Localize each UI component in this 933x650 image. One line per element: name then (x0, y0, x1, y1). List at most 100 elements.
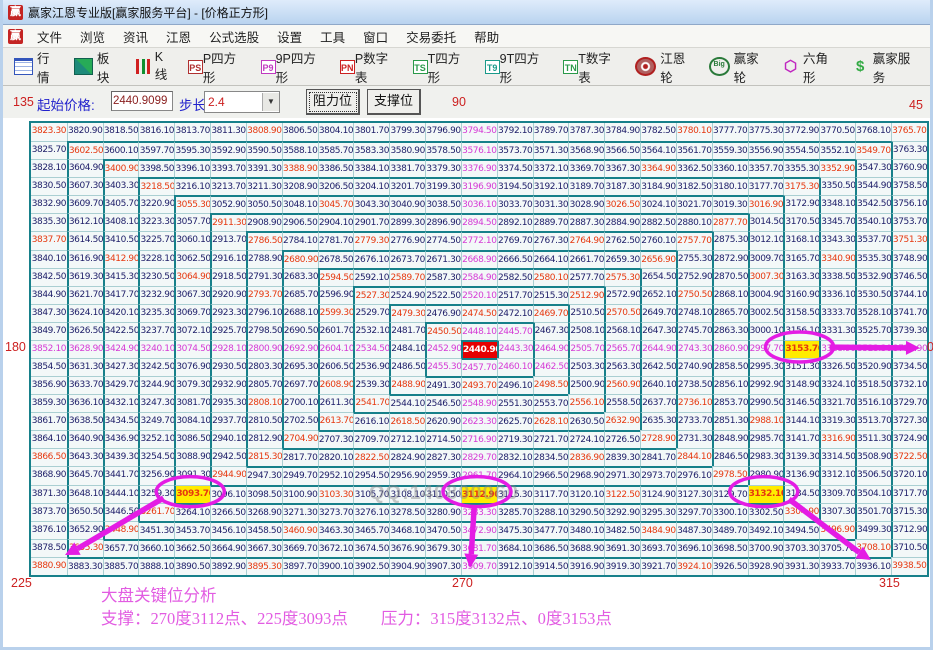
grid-cell: 3878.50 (31, 539, 67, 557)
grid-cell: 2599.30 (318, 304, 354, 322)
support-button[interactable]: 支撑位 (367, 89, 421, 115)
grid-cell: 3900.10 (318, 557, 354, 575)
toolbar-item-winner-service[interactable]: $赢家服务 (849, 45, 921, 89)
grid-cell: 3799.30 (389, 123, 425, 141)
grid-cell: 3079.30 (174, 376, 210, 394)
step-select[interactable]: 2.4 ▼ (204, 91, 280, 113)
grid-cell: 3640.90 (67, 430, 103, 448)
grid-cell: 2973.70 (640, 466, 676, 484)
grid-cell: 3312.10 (819, 466, 855, 484)
toolbar-item-hexagon[interactable]: ⬡六角形 (779, 45, 840, 89)
grid-cell: 2767.30 (533, 231, 569, 249)
grid-cell: 3410.50 (103, 231, 139, 249)
grid-cell: 2935.30 (210, 394, 246, 412)
grid-cell: 3225.70 (138, 231, 174, 249)
grid-cell: 3009.70 (748, 250, 784, 268)
toolbar-item-p-square[interactable]: PSP四方形 (185, 45, 249, 89)
grid-cell: 3667.30 (246, 539, 282, 557)
grid-cell: 2479.30 (389, 304, 425, 322)
toolbar-item-gann-wheel[interactable]: 江恩轮 (632, 45, 696, 89)
grid-cell: 2558.50 (604, 394, 640, 412)
grid-cell: 3477.70 (533, 521, 569, 539)
grid-cell: 3523.30 (855, 340, 891, 358)
grid-cell: 3432.10 (103, 394, 139, 412)
grid-cell: 3427.30 (103, 358, 139, 376)
grid-cell: 3720.10 (891, 466, 927, 484)
grid-cell: 2707.30 (318, 430, 354, 448)
grid-cell: 3374.50 (497, 159, 533, 177)
kline-icon (134, 59, 151, 74)
toolbar-item-kline[interactable]: K线 (131, 47, 176, 86)
grid-cell: 2683.30 (282, 268, 318, 286)
grid-cell: 2572.90 (604, 286, 640, 304)
grid-cell: 3681.70 (461, 539, 497, 557)
grid-cell: 2968.90 (568, 466, 604, 484)
grid-cell: 3062.50 (174, 250, 210, 268)
grid-cell: 3324.10 (819, 376, 855, 394)
grid-cell-key: 3153.70 (783, 340, 819, 358)
grid-cell: 2647.30 (640, 322, 676, 340)
angle-label-315: 315 (879, 576, 900, 590)
grid-cell: 3156.10 (783, 322, 819, 340)
grid-cell: 3052.90 (210, 195, 246, 213)
toolbar-item-winner-wheel[interactable]: Big赢家轮 (706, 45, 770, 89)
grid-cell: 3590.50 (246, 141, 282, 159)
grid-cell: 3216.10 (174, 177, 210, 195)
grid-cell: 2733.70 (676, 412, 712, 430)
grid-cell: 3592.90 (210, 141, 246, 159)
resistance-button[interactable]: 阻力位 (306, 89, 360, 115)
grid-cell: 3016.90 (748, 195, 784, 213)
grid-cell: 3571.30 (533, 141, 569, 159)
grid-cell: 3403.30 (103, 177, 139, 195)
grid-cell: 3907.30 (425, 557, 461, 575)
grid-cell: 3513.70 (855, 412, 891, 430)
grid-cell: 2688.10 (282, 304, 318, 322)
grid-cell: 3384.10 (353, 159, 389, 177)
grid-cell: 3230.50 (138, 268, 174, 286)
grid-cell: 3931.30 (783, 557, 819, 575)
grid-cell: 2517.70 (497, 286, 533, 304)
grid-cell: 3007.30 (748, 268, 784, 286)
grid-cell: 3067.30 (174, 286, 210, 304)
grid-cell: 3420.10 (103, 304, 139, 322)
grid-cell: 3240.10 (138, 340, 174, 358)
grid-cell: 2791.30 (246, 268, 282, 286)
toolbar-item-p-number[interactable]: PNP数字表 (337, 45, 401, 89)
toolbar-item-t-square[interactable]: TST四方形 (410, 45, 473, 89)
toolbar-item-t-number[interactable]: TNT数字表 (560, 45, 623, 89)
grid-cell: 2827.30 (425, 448, 461, 466)
grid-cell: 3811.30 (210, 123, 246, 141)
grid-cell: 3794.50 (461, 123, 497, 141)
toolbar-item-quotes[interactable]: 行情 (11, 45, 62, 89)
grid-cell: 2918.50 (210, 268, 246, 286)
grid-cell: 3117.70 (533, 485, 569, 503)
grid-cell: 3091.30 (174, 466, 210, 484)
grid-cell: 2762.50 (604, 231, 640, 249)
grid-cell: 3460.90 (282, 521, 318, 539)
grid-cell: 3818.50 (103, 123, 139, 141)
9p-square-icon: P9 (261, 60, 276, 74)
grid-cell: 3705.70 (819, 539, 855, 557)
grid-cell: 2952.10 (318, 466, 354, 484)
grid-cell: 3535.30 (855, 250, 891, 268)
grid-cell: 3295.30 (640, 503, 676, 521)
grid-cell: 2642.50 (640, 358, 676, 376)
start-price-input[interactable] (111, 91, 173, 111)
grid-cell: 3820.90 (67, 123, 103, 141)
toolbar-item-9p-square[interactable]: P99P四方形 (258, 45, 328, 89)
grid-cell: 3482.50 (604, 521, 640, 539)
toolbar-item-label: T数字表 (578, 48, 620, 86)
grid-cell: 2846.50 (712, 448, 748, 466)
grid-cell: 3897.70 (282, 557, 318, 575)
grid-cell: 2654.50 (640, 268, 676, 286)
toolbar-item-sectors[interactable]: 板块 (71, 45, 122, 89)
grid-cell: 2805.70 (246, 376, 282, 394)
grid-cell: 2472.10 (497, 304, 533, 322)
grid-cell: 3492.10 (748, 521, 784, 539)
toolbar-item-9t-square[interactable]: T99T四方形 (482, 45, 552, 89)
grid-cell: 3796.90 (425, 123, 461, 141)
grid-cell: 3835.30 (31, 213, 67, 231)
grid-cell: 3362.50 (676, 159, 712, 177)
grid-cell: 3400.90 (103, 159, 139, 177)
chevron-down-icon[interactable]: ▼ (262, 93, 279, 111)
